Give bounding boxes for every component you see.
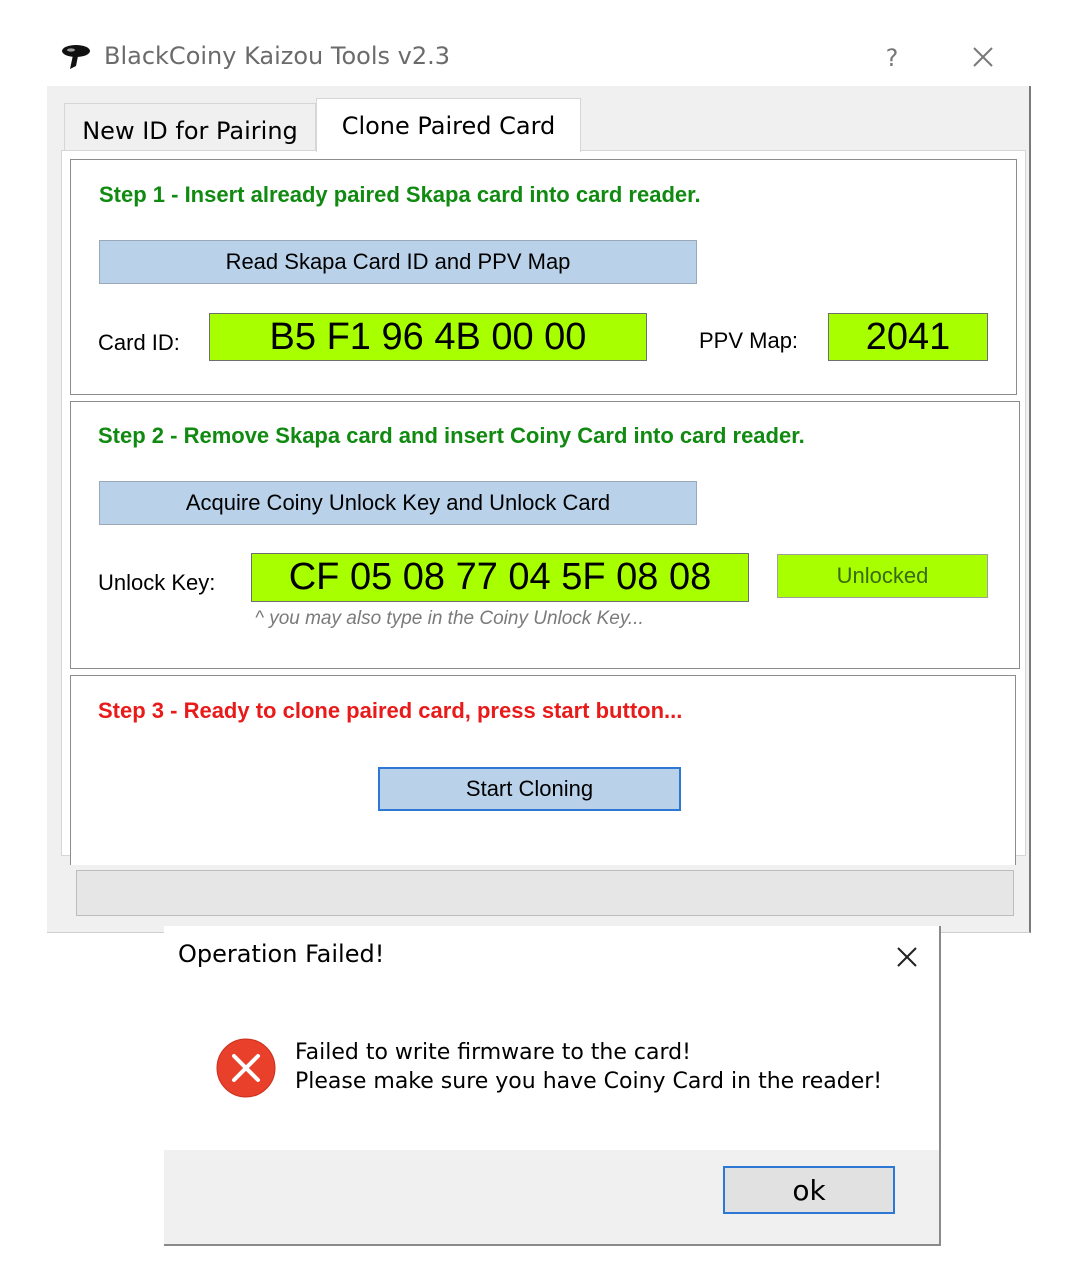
title-bar: BlackCoiny Kaizou Tools v2.3 ? [0, 0, 1080, 86]
ppv-map-field[interactable]: 2041 [828, 313, 988, 361]
unlock-key-label: Unlock Key: [98, 570, 216, 595]
tab-clone-paired-card[interactable]: Clone Paired Card [316, 98, 581, 152]
ppv-map-label: PPV Map: [699, 328, 799, 353]
error-icon [216, 1038, 276, 1098]
dialog-title: Operation Failed! [178, 940, 385, 968]
button-label: Acquire Coiny Unlock Key and Unlock Card [185, 490, 611, 515]
close-icon[interactable] [966, 40, 1000, 74]
tab-new-id-for-pairing[interactable]: New ID for Pairing [64, 103, 316, 151]
clone-tab-page: Step 1 - Insert already paired Skapa car… [61, 150, 1026, 865]
step1-title: Step 1 - Insert already paired Skapa car… [99, 182, 701, 207]
step3-title: Step 3 - Ready to clone paired card, pre… [98, 698, 683, 723]
blackcoiny-app-icon [62, 45, 90, 69]
step1-group: Step 1 - Insert already paired Skapa car… [70, 159, 1017, 395]
progress-bar [76, 870, 1014, 916]
tab-label: New ID for Pairing [82, 116, 298, 145]
step3-group: Step 3 - Ready to clone paired card, pre… [70, 675, 1016, 865]
step2-title: Step 2 - Remove Skapa card and insert Co… [98, 423, 805, 448]
main-window: BlackCoiny Kaizou Tools v2.3 ? New ID fo… [0, 0, 1080, 935]
tab-label: Clone Paired Card [341, 111, 556, 140]
start-cloning-button[interactable]: Start Cloning [378, 767, 681, 811]
unlock-status-badge: Unlocked [777, 554, 988, 598]
unlock-key-field[interactable]: CF 05 08 77 04 5F 08 08 [251, 553, 749, 602]
dialog-footer: ok [164, 1150, 939, 1244]
button-label: Start Cloning [465, 776, 594, 801]
help-button[interactable]: ? [880, 40, 904, 76]
close-icon[interactable] [894, 944, 920, 970]
acquire-unlock-key-button[interactable]: Acquire Coiny Unlock Key and Unlock Card [99, 481, 697, 525]
read-card-button[interactable]: Read Skapa Card ID and PPV Map [99, 240, 697, 284]
error-dialog: Operation Failed! Failed to write firmwa… [164, 926, 941, 1246]
window-title: BlackCoiny Kaizou Tools v2.3 [104, 42, 451, 70]
card-id-field[interactable]: B5 F1 96 4B 00 00 [209, 313, 647, 361]
card-id-label: Card ID: [98, 330, 180, 355]
error-message-line1: Failed to write firmware to the card! [295, 1040, 691, 1065]
button-label: Read Skapa Card ID and PPV Map [225, 249, 571, 274]
unlock-key-hint: ^ you may also type in the Coiny Unlock … [255, 608, 644, 629]
ok-button[interactable]: ok [723, 1166, 895, 1214]
step2-group: Step 2 - Remove Skapa card and insert Co… [70, 401, 1020, 669]
error-message-line2: Please make sure you have Coiny Card in … [295, 1069, 883, 1094]
